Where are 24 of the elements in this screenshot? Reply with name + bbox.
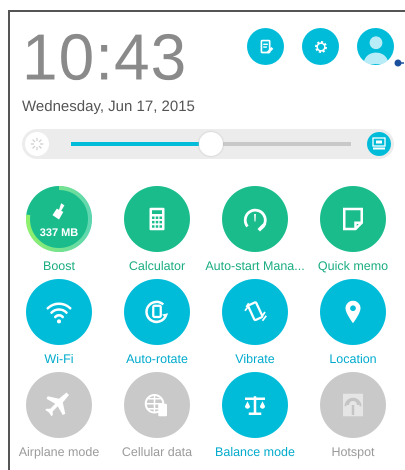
tile-label: Hotspot	[331, 445, 375, 459]
tile-label: Airplane mode	[18, 445, 100, 459]
tile-label: Quick memo	[318, 259, 388, 273]
date: Wednesday, Jun 17, 2015	[22, 98, 195, 115]
tile-label: Auto-start Mana...	[205, 259, 305, 273]
tile-label: Auto-rotate	[126, 352, 188, 366]
clock-time: 10:43	[22, 25, 188, 89]
tile-label: Vibrate	[235, 352, 275, 366]
tile-label: Cellular data	[122, 445, 192, 459]
tile-label: Wi-Fi	[44, 352, 74, 366]
edit-button[interactable]	[247, 28, 284, 65]
slider-thumb[interactable]	[199, 132, 223, 156]
auto-brightness-button[interactable]	[367, 132, 391, 156]
tile-label: Location	[329, 352, 377, 366]
settings-button[interactable]	[302, 28, 339, 65]
brightness-icon	[25, 132, 49, 156]
profile-button[interactable]	[357, 28, 394, 65]
auto-brightness-icon	[371, 137, 387, 151]
app-shortcut-button[interactable]: 337 MB	[26, 186, 92, 252]
brightness-slider[interactable]	[71, 132, 351, 156]
tile-label: Boost	[43, 259, 75, 273]
memory-reading: 337 MB	[40, 226, 78, 238]
tile-label: Calculator	[128, 259, 186, 273]
tile-label: Balance mode	[215, 445, 295, 459]
